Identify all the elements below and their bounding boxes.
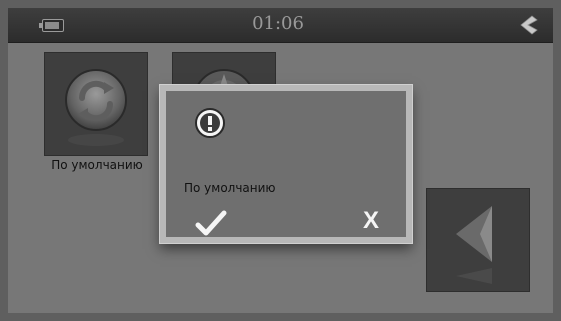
refresh-icon (65, 69, 127, 146)
triangle-left-icon (456, 206, 492, 284)
battery-icon (39, 19, 64, 32)
checkmark-icon[interactable] (194, 209, 228, 237)
chevron-left-icon[interactable] (517, 14, 539, 36)
confirm-dialog: По умолчанию X (160, 85, 412, 243)
device-frame: 01:06 По умолчанию По умолчанию X (0, 0, 561, 321)
tile-label: По умолчанию (51, 158, 143, 172)
status-bar: 01:06 (8, 8, 553, 43)
warning-icon (195, 108, 225, 138)
screen: 01:06 По умолчанию По умолчанию X (8, 8, 553, 313)
dialog-message: По умолчанию (184, 181, 276, 195)
tile-default[interactable] (44, 52, 148, 156)
cancel-button[interactable]: X (356, 206, 386, 236)
tile-back[interactable] (426, 188, 530, 292)
clock: 01:06 (252, 13, 304, 34)
